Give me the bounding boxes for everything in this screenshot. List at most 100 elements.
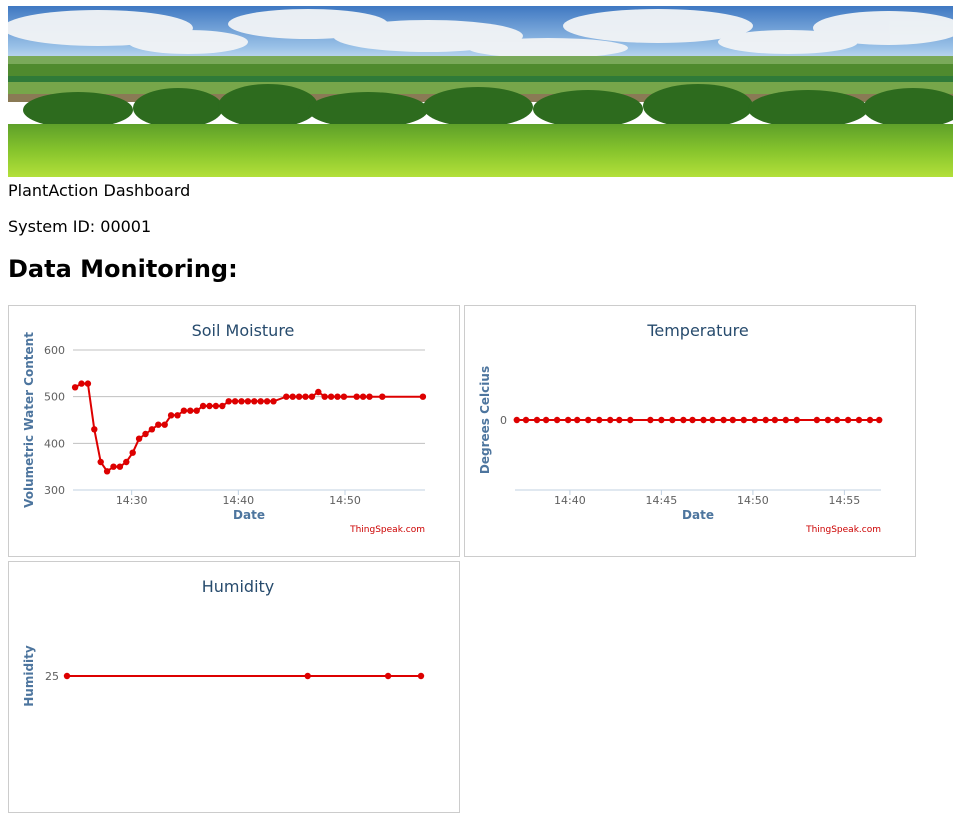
data-point[interactable]	[585, 416, 592, 424]
data-point[interactable]	[647, 416, 654, 424]
data-point[interactable]	[353, 393, 360, 400]
data-point[interactable]	[616, 416, 623, 424]
data-point[interactable]	[84, 380, 92, 387]
data-point[interactable]	[187, 407, 194, 414]
data-point[interactable]	[212, 402, 220, 410]
data-point[interactable]	[180, 407, 188, 414]
data-point[interactable]	[231, 398, 239, 405]
data-point[interactable]	[793, 416, 800, 424]
data-point[interactable]	[658, 416, 665, 424]
data-point[interactable]	[302, 393, 309, 400]
data-point[interactable]	[257, 398, 264, 405]
data-point[interactable]	[417, 672, 425, 680]
dashboard-title: PlantAction Dashboard	[8, 181, 191, 200]
data-point[interactable]	[709, 416, 716, 424]
data-point[interactable]	[366, 393, 373, 400]
data-point[interactable]	[103, 468, 111, 475]
data-point[interactable]	[71, 384, 79, 391]
data-point[interactable]	[669, 416, 676, 424]
data-point[interactable]	[564, 416, 572, 424]
data-point[interactable]	[680, 416, 687, 424]
data-point[interactable]	[574, 416, 581, 424]
data-point[interactable]	[206, 402, 213, 410]
data-point[interactable]	[596, 416, 603, 424]
data-point[interactable]	[553, 416, 561, 424]
y-axis-label: Degrees Celcius	[478, 366, 492, 474]
data-point[interactable]	[334, 393, 341, 400]
system-id: System ID: 00001	[8, 217, 152, 236]
data-point[interactable]	[740, 416, 747, 424]
data-point[interactable]	[379, 393, 386, 400]
data-point[interactable]	[542, 416, 550, 424]
data-point[interactable]	[129, 449, 136, 456]
data-point[interactable]	[340, 393, 348, 400]
data-point[interactable]	[315, 388, 322, 396]
data-point[interactable]	[263, 398, 271, 405]
data-point[interactable]	[251, 398, 258, 405]
data-point[interactable]	[199, 402, 207, 410]
x-tick-label: 14:50	[737, 494, 769, 507]
data-point[interactable]	[123, 458, 130, 466]
data-point[interactable]	[142, 430, 149, 438]
data-point[interactable]	[855, 416, 863, 424]
data-point[interactable]	[238, 398, 245, 405]
soil-moisture-chart: Soil Moisture Volumetric Water Content 300…	[8, 305, 460, 557]
data-point[interactable]	[91, 426, 98, 433]
chart-svg: Temperature Degrees Celcius 0 14:40 14:45 14:…	[478, 321, 883, 535]
data-point[interactable]	[174, 412, 181, 419]
data-point[interactable]	[295, 393, 303, 400]
y-axis-label: Humidity	[22, 645, 36, 707]
data-point[interactable]	[219, 402, 226, 410]
y-tick-label: 25	[45, 670, 59, 683]
data-point[interactable]	[193, 407, 200, 414]
data-point[interactable]	[244, 398, 252, 405]
data-point[interactable]	[627, 416, 634, 424]
data-point[interactable]	[700, 416, 707, 424]
data-point[interactable]	[225, 398, 232, 405]
data-point[interactable]	[289, 393, 296, 400]
data-point[interactable]	[771, 416, 779, 424]
data-point[interactable]	[327, 393, 335, 400]
data-point[interactable]	[304, 672, 311, 680]
y-tick-label: 500	[44, 391, 65, 404]
data-point[interactable]	[283, 393, 290, 400]
data-point[interactable]	[161, 421, 168, 428]
data-point[interactable]	[63, 672, 71, 680]
chart-svg: Soil Moisture Volumetric Water Content 300…	[22, 321, 427, 535]
data-point[interactable]	[607, 416, 614, 424]
data-point[interactable]	[720, 416, 727, 424]
data-point[interactable]	[689, 416, 696, 424]
data-point[interactable]	[533, 416, 541, 424]
data-point[interactable]	[116, 463, 124, 470]
data-point[interactable]	[751, 416, 758, 424]
data-point[interactable]	[359, 393, 367, 400]
data-point[interactable]	[824, 416, 832, 424]
data-point[interactable]	[522, 416, 530, 424]
data-point[interactable]	[844, 416, 852, 424]
thingspeak-credit-link[interactable]: ThingSpeak.com	[349, 525, 425, 535]
x-axis-label: Date	[682, 508, 714, 522]
data-point[interactable]	[729, 416, 736, 424]
data-point[interactable]	[308, 393, 316, 400]
x-tick-label: 14:40	[554, 494, 586, 507]
data-point[interactable]	[78, 380, 85, 387]
thingspeak-credit-link[interactable]: ThingSpeak.com	[805, 525, 881, 535]
data-point[interactable]	[513, 416, 520, 424]
data-point[interactable]	[833, 416, 841, 424]
data-point[interactable]	[148, 426, 156, 433]
data-point[interactable]	[135, 435, 143, 442]
data-point[interactable]	[866, 416, 874, 424]
data-point[interactable]	[782, 416, 789, 424]
data-point[interactable]	[270, 398, 277, 405]
data-point[interactable]	[762, 416, 769, 424]
chart-title: Soil Moisture	[192, 321, 295, 340]
data-point[interactable]	[155, 421, 162, 428]
data-point[interactable]	[97, 458, 104, 466]
data-point[interactable]	[384, 672, 392, 680]
data-point[interactable]	[813, 416, 821, 424]
data-point[interactable]	[321, 393, 328, 400]
data-point[interactable]	[110, 463, 117, 470]
data-point[interactable]	[876, 416, 883, 424]
data-point[interactable]	[419, 393, 427, 400]
data-point[interactable]	[167, 412, 175, 419]
